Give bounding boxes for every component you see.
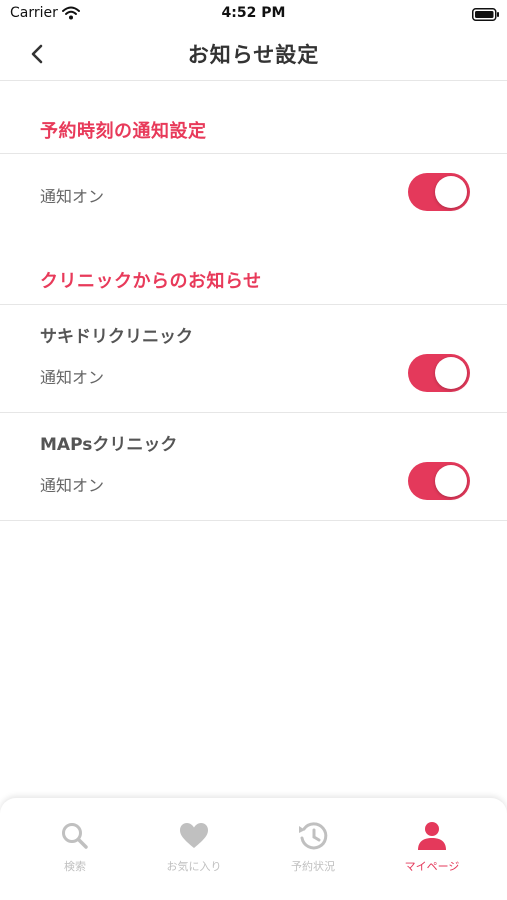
section-header-clinic: クリニックからのお知らせ (40, 271, 262, 292)
navigation-bar: お知らせ設定 (0, 28, 507, 81)
search-icon (59, 820, 91, 852)
clinic-name: サキドリクリニック (40, 327, 193, 347)
divider (0, 520, 507, 521)
toggle-knob (435, 357, 467, 389)
toggle-knob (435, 176, 467, 208)
page-title: お知らせ設定 (187, 43, 320, 67)
tab-search[interactable]: 検索 (12, 818, 138, 878)
tab-reservation-status[interactable]: 予約状況 (250, 818, 376, 878)
section-header-reservation: 予約時刻の通知設定 (40, 121, 207, 142)
clinic-name: MAPsクリニック (40, 435, 178, 455)
heart-icon (178, 820, 210, 852)
tab-my-page[interactable]: マイページ (369, 818, 495, 878)
tab-bar: 検索 お気に入り 予約状況 マイページ (0, 798, 507, 900)
person-icon (416, 820, 448, 852)
status-time: 4:52 PM (221, 5, 286, 21)
tab-label: 予約状況 (291, 860, 335, 873)
tab-label: お気に入り (166, 860, 222, 873)
divider (0, 412, 507, 413)
divider (0, 304, 507, 305)
battery-icon (472, 6, 500, 21)
clinic-notification-label: 通知オン (40, 368, 105, 387)
reservation-notification-toggle[interactable] (408, 173, 470, 211)
clinic-notification-toggle-maps[interactable] (408, 462, 470, 500)
tab-label: 検索 (64, 860, 86, 873)
status-bar: Carrier 4:52 PM (0, 0, 507, 28)
history-icon (297, 820, 329, 852)
clinic-notification-label: 通知オン (40, 476, 105, 495)
divider (0, 153, 507, 154)
reservation-notification-label: 通知オン (40, 187, 105, 206)
tab-label: マイページ (404, 860, 460, 873)
toggle-knob (435, 465, 467, 497)
tab-favorites[interactable]: お気に入り (131, 818, 257, 878)
clinic-notification-toggle-sakidori[interactable] (408, 354, 470, 392)
